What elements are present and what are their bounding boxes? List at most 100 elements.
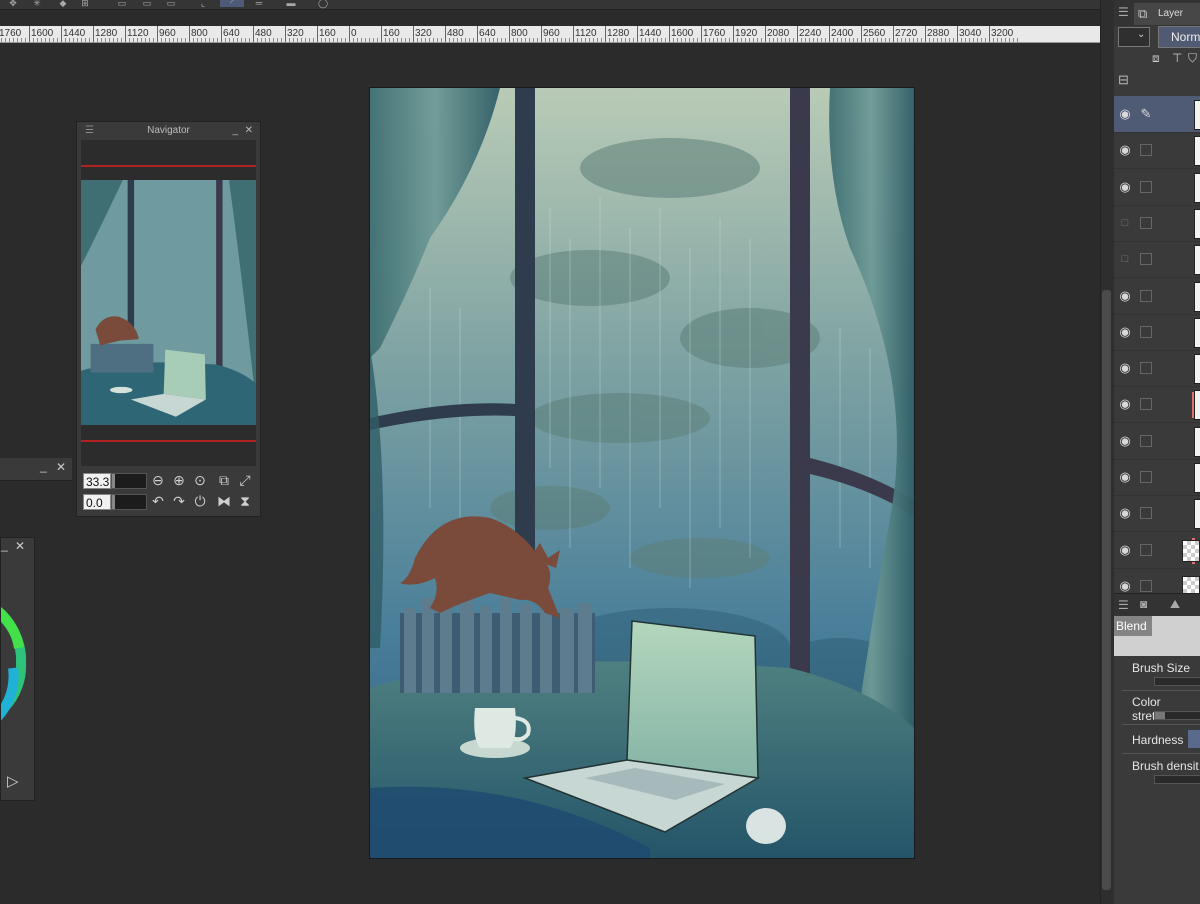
navigator-title-bar[interactable]: ☰ Navigator _ ✕ <box>77 122 260 139</box>
layer-lock-box[interactable] <box>1140 398 1152 411</box>
reset-rotation-icon[interactable]: ⏻ <box>192 493 208 509</box>
layer-row[interactable]: ◉ <box>1114 278 1200 315</box>
eye-icon[interactable]: ◉ <box>1117 469 1133 485</box>
brush-size-slider[interactable] <box>1154 677 1200 686</box>
canvas-artwork[interactable] <box>369 87 915 859</box>
hardness-preview[interactable] <box>1188 730 1200 748</box>
layer-thumbnail[interactable] <box>1194 208 1200 239</box>
eye-icon[interactable]: ◉ <box>1117 360 1133 376</box>
layer-lock-box[interactable] <box>1140 144 1152 157</box>
sub-tool-icon[interactable]: ⛰ <box>1170 597 1180 612</box>
layer-row[interactable]: ◉ <box>1114 350 1200 388</box>
layer-row[interactable]: ◉ <box>1114 132 1200 170</box>
layer-row[interactable]: ◉ <box>1114 314 1200 351</box>
minimize-icon[interactable]: _ <box>232 122 238 139</box>
eye-icon[interactable]: ◉ <box>1117 179 1133 195</box>
layer-lock-box[interactable] <box>1140 471 1152 483</box>
tool-icon[interactable]: ═ <box>252 0 266 8</box>
zoom-slider[interactable] <box>111 473 147 489</box>
layer-row[interactable]: □ <box>1114 205 1200 242</box>
layer-lock-box[interactable] <box>1140 253 1152 266</box>
layer-row[interactable]: □ <box>1114 241 1200 279</box>
hidden-layer-box[interactable]: □ <box>1117 251 1133 267</box>
fit-navigator-icon[interactable]: ⤢ <box>237 472 253 488</box>
sub-tool-name[interactable]: Blend <box>1114 616 1152 636</box>
layer-row[interactable]: ◉ ✎ <box>1114 96 1200 133</box>
lock-alpha-icon[interactable]: ⛉ <box>1188 51 1197 66</box>
layer-thumbnail[interactable] <box>1182 539 1200 562</box>
rotation-value-field[interactable]: 0.0 <box>83 494 111 510</box>
clip-layer-icon[interactable]: ⧈ <box>1152 51 1160 66</box>
menu-icon[interactable]: ☰ <box>85 122 94 139</box>
brush-density-slider[interactable] <box>1154 775 1200 784</box>
eye-icon[interactable]: ◉ <box>1117 542 1133 558</box>
navigator-preview[interactable] <box>81 140 256 466</box>
layer-lock-box[interactable] <box>1140 362 1152 375</box>
layer-row[interactable]: ◉ <box>1114 459 1200 496</box>
tool-icon[interactable]: ◆ <box>56 0 70 8</box>
hidden-layer-box[interactable]: □ <box>1117 215 1133 231</box>
eye-icon[interactable]: ◉ <box>1117 578 1133 594</box>
rotation-slider[interactable] <box>111 494 147 510</box>
layer-row[interactable]: ◉ <box>1114 495 1200 533</box>
tool-icon[interactable]: ▭ <box>140 0 154 8</box>
zoom-out-icon[interactable]: ⊖ <box>150 472 166 488</box>
layer-thumbnail[interactable] <box>1194 281 1200 312</box>
color-stretch-slider[interactable] <box>1154 711 1200 720</box>
close-icon[interactable]: ✕ <box>56 460 66 474</box>
layer-lock-box[interactable] <box>1140 216 1152 229</box>
fit-to-window-icon[interactable]: ⧉ <box>216 472 232 488</box>
blend-mode-select[interactable]: Norm <box>1158 26 1200 48</box>
tool-icon[interactable]: ▬ <box>284 0 298 8</box>
eye-icon[interactable]: ◉ <box>1117 396 1133 412</box>
scrollbar-thumb[interactable] <box>1102 290 1111 890</box>
layer-thumbnail[interactable] <box>1194 390 1200 421</box>
rotate-right-icon[interactable]: ↷ <box>171 493 187 509</box>
layer-lock-box[interactable] <box>1140 434 1152 447</box>
layer-thumbnail[interactable] <box>1194 463 1200 493</box>
layer-lock-box[interactable] <box>1140 507 1152 520</box>
play-icon[interactable]: ▷ <box>7 772 19 790</box>
close-icon[interactable]: ✕ <box>245 122 253 139</box>
eye-icon[interactable]: ◉ <box>1117 106 1133 122</box>
layer-thumbnail[interactable] <box>1194 172 1200 203</box>
layer-tab[interactable]: ⧉ Layer <box>1134 3 1200 25</box>
layer-thumbnail[interactable] <box>1194 317 1200 348</box>
layer-list-icon[interactable]: ⊟ <box>1118 72 1129 88</box>
lasso-tool-icon[interactable]: ◜ <box>220 0 244 8</box>
layer-thumbnail[interactable] <box>1194 499 1200 530</box>
actual-size-icon[interactable]: ⊙ <box>192 472 208 488</box>
layer-row[interactable]: ◉ <box>1114 169 1200 206</box>
tool-icon[interactable]: ⌞ <box>196 0 210 8</box>
tool-icon[interactable]: ✳ <box>30 0 44 8</box>
flip-horizontal-icon[interactable]: ⧓ <box>216 493 232 509</box>
layer-thumbnail[interactable] <box>1194 245 1200 276</box>
eye-icon[interactable]: ◉ <box>1117 142 1133 158</box>
layer-thumbnail[interactable] <box>1194 426 1200 457</box>
layer-lock-box[interactable] <box>1140 579 1152 592</box>
layer-thumbnail[interactable] <box>1194 354 1200 385</box>
layer-lock-box[interactable] <box>1140 325 1152 338</box>
reference-layer-icon[interactable]: ⊤ <box>1172 51 1182 65</box>
layer-thumbnail[interactable] <box>1194 100 1200 130</box>
eye-icon[interactable]: ◉ <box>1117 324 1133 340</box>
layer-row[interactable]: ◉ <box>1114 423 1200 460</box>
flip-vertical-icon[interactable]: ⧗ <box>237 493 253 509</box>
minimize-icon[interactable]: _ <box>40 459 47 473</box>
zoom-value-field[interactable]: 33.3 <box>83 473 111 489</box>
eye-icon[interactable]: ◉ <box>1117 288 1133 304</box>
tool-icon[interactable]: ⊞ <box>78 0 92 8</box>
menu-icon[interactable]: ☰ <box>1118 598 1129 612</box>
layer-lock-box[interactable] <box>1140 180 1152 193</box>
minimize-icon[interactable]: _ <box>1 538 8 552</box>
speech-bubble-icon[interactable]: ◯ <box>316 0 330 8</box>
menu-icon[interactable]: ☰ <box>1118 5 1129 19</box>
layer-lock-box[interactable] <box>1140 289 1152 302</box>
zoom-in-icon[interactable]: ⊕ <box>171 472 187 488</box>
layer-lock-box[interactable] <box>1140 543 1152 556</box>
layer-color-select[interactable]: ⌄ <box>1118 27 1150 47</box>
layer-row[interactable]: ◉ <box>1114 386 1200 424</box>
tool-property-icon[interactable]: ◙ <box>1140 597 1147 611</box>
rotate-left-icon[interactable]: ↶ <box>150 493 166 509</box>
tool-icon[interactable]: ▭ <box>115 0 129 8</box>
